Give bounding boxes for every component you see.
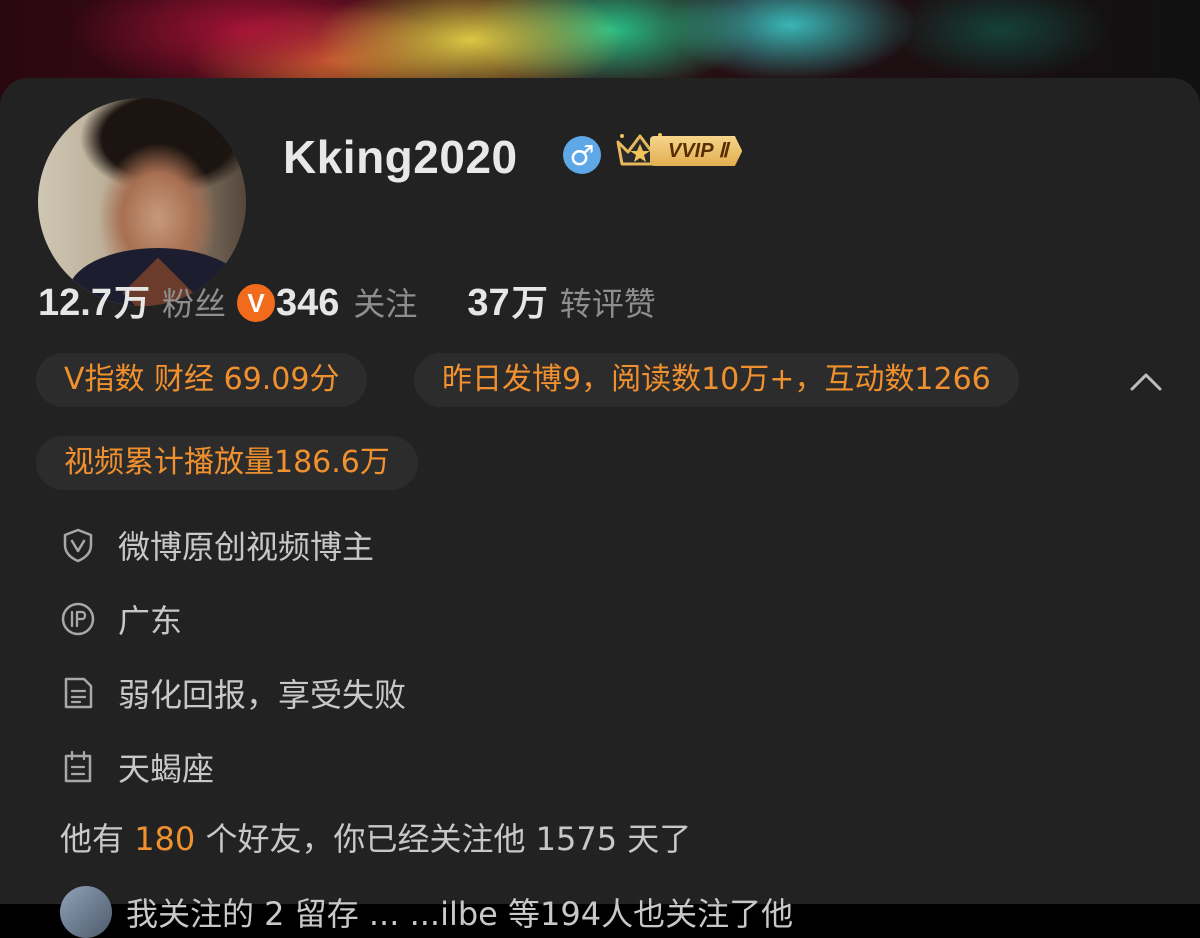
stat-unit: 万	[511, 283, 548, 324]
chevron-up-icon[interactable]	[1128, 364, 1164, 400]
shield-v-icon	[63, 528, 93, 563]
info-row-zodiac: 天蝎座	[60, 744, 214, 790]
stat-unit: 万	[113, 283, 150, 324]
document-icon	[64, 677, 93, 709]
stat-number: 37	[467, 282, 510, 324]
vvip-text: VVIP	[668, 140, 713, 162]
stats-row: 12.7 万 粉丝 346 关注 37 万 转评赞	[38, 274, 706, 326]
info-text: 天蝎座	[118, 750, 215, 788]
ip-icon	[61, 602, 95, 636]
friends-summary[interactable]: 他有 180 个好友，你已经关注他 1575 天了	[60, 814, 691, 860]
mutual-followers-text: 我关注的 2 留存 ... ...ilbe 等194人也关注了他	[126, 895, 794, 933]
mutual-avatar	[60, 886, 112, 938]
friends-suffix: 个好友，你已经关注他 1575 天了	[205, 820, 692, 858]
vvip-badge[interactable]: VVIP Ⅱ	[614, 130, 770, 170]
profile-card: V Kking2020 ♂ VVIP Ⅱ 12.7 万 粉丝 346 关注 37…	[0, 78, 1200, 938]
mutual-followers-row[interactable]: 我关注的 2 留存 ... ...ilbe 等194人也关注了他	[60, 886, 793, 938]
calendar-icon	[64, 750, 92, 783]
username: Kking2020	[283, 131, 518, 183]
info-row-bio: 弱化回报，享受失败	[60, 670, 406, 716]
video-plays-pill[interactable]: 视频累计播放量186.6万	[36, 436, 418, 490]
yesterday-stats-pill[interactable]: 昨日发博9，阅读数10万+，互动数1266	[414, 353, 1019, 407]
info-text: 弱化回报，享受失败	[118, 676, 407, 714]
friends-prefix: 他有	[60, 820, 125, 858]
info-row-creator: 微博原创视频博主	[60, 522, 374, 568]
friends-count: 180	[134, 820, 196, 858]
info-text: 广东	[118, 602, 183, 640]
v-index-pill[interactable]: V指数 财经 69.09分	[36, 353, 368, 407]
stat-label: 关注	[353, 285, 418, 323]
male-gender-icon: ♂	[563, 136, 601, 174]
vvip-label: VVIP Ⅱ	[650, 136, 743, 166]
stat-followers[interactable]: 12.7 万 粉丝	[38, 274, 226, 326]
vvip-level: Ⅱ	[718, 140, 729, 162]
info-text: 微博原创视频博主	[118, 528, 375, 566]
stat-label: 粉丝	[161, 285, 226, 323]
stat-interactions[interactable]: 37 万 转评赞	[467, 274, 655, 326]
stat-number: 12.7	[38, 282, 112, 324]
stat-label: 转评赞	[559, 285, 656, 323]
stat-following[interactable]: 346 关注	[276, 279, 417, 325]
info-row-ip: 广东	[60, 596, 182, 642]
stat-number: 346	[276, 282, 340, 324]
